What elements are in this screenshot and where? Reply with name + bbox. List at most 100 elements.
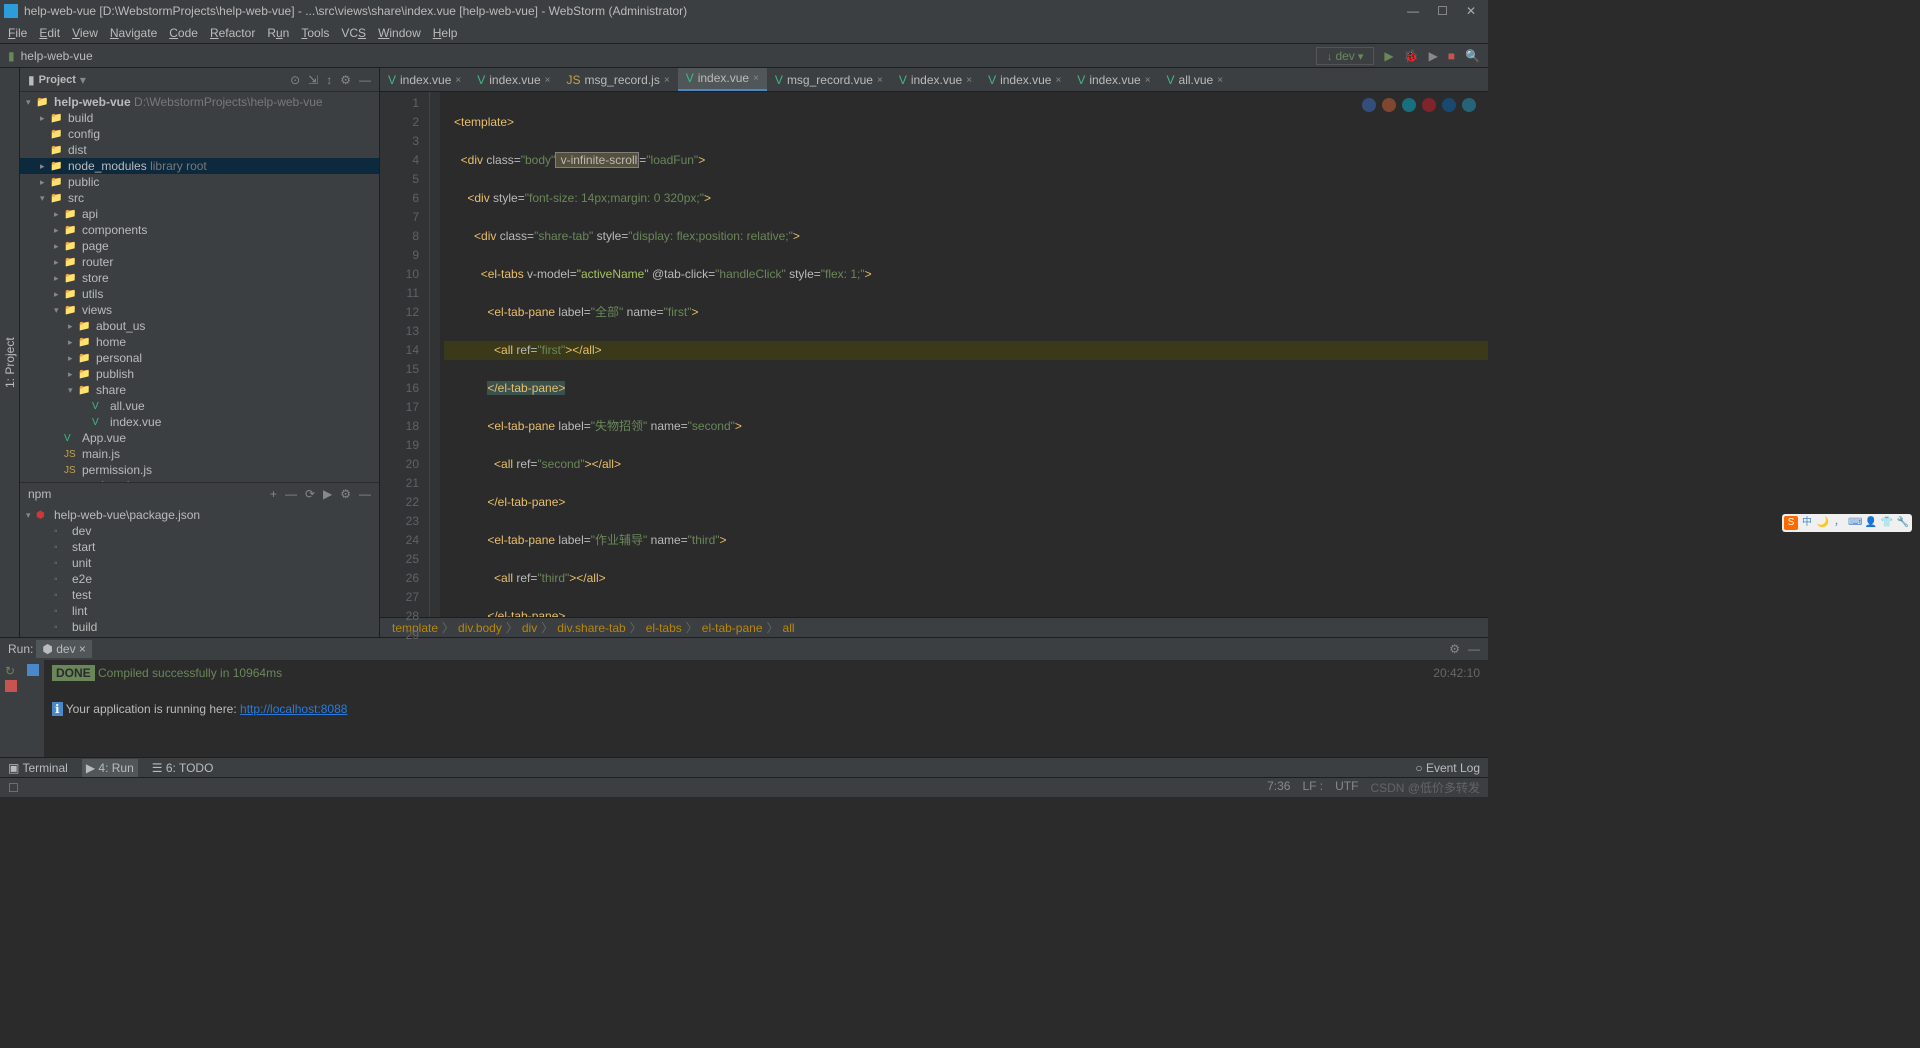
tree-item-index.vue[interactable]: Vindex.vue <box>20 414 379 430</box>
maximize-button[interactable]: ☐ <box>1437 4 1448 18</box>
editor-tab[interactable]: Vindex.vue× <box>678 68 767 91</box>
editor-tab[interactable]: Vmsg_record.vue× <box>767 69 891 91</box>
run-output[interactable]: DONE Compiled successfully in 10964ms20:… <box>44 660 1488 757</box>
minimize-button[interactable]: — <box>1407 4 1419 18</box>
search-everywhere-icon[interactable]: 🔍 <box>1465 49 1480 63</box>
code-area[interactable]: <template> <div class="body" v-infinite-… <box>440 92 1488 617</box>
breadcrumb-item[interactable]: el-tab-pane <box>702 621 763 635</box>
menu-window[interactable]: Window <box>378 26 421 40</box>
edge-icon[interactable] <box>1442 98 1456 112</box>
editor-tab[interactable]: Vindex.vue× <box>980 69 1069 91</box>
tree-item-components[interactable]: ▸📁components <box>20 222 379 238</box>
ime-skin-icon[interactable]: 👕 <box>1880 516 1894 530</box>
tree-item-main.js[interactable]: JSmain.js <box>20 446 379 462</box>
menu-refactor[interactable]: Refactor <box>210 26 255 40</box>
close-tab-icon[interactable]: × <box>664 75 670 86</box>
breadcrumb-item[interactable]: all <box>783 621 795 635</box>
run-coverage-button[interactable]: ▶ <box>1429 49 1438 63</box>
menu-run[interactable]: Run <box>267 26 289 40</box>
firefox-icon[interactable] <box>1382 98 1396 112</box>
menu-help[interactable]: Help <box>433 26 458 40</box>
npm-add-icon[interactable]: + <box>270 487 277 501</box>
status-icon[interactable]: ☐ <box>8 781 19 795</box>
tool-tab-project[interactable]: 1: Project <box>1 88 19 637</box>
tab-run[interactable]: ▶ 4: Run <box>82 759 138 777</box>
collapse-all-icon[interactable]: ↕ <box>326 73 332 87</box>
menu-tools[interactable]: Tools <box>301 26 329 40</box>
close-tab-icon[interactable]: × <box>1145 75 1151 86</box>
editor-tab[interactable]: JSmsg_record.js× <box>558 69 677 91</box>
close-tab-icon[interactable]: × <box>753 73 759 84</box>
editor-tab[interactable]: Vindex.vue× <box>1069 69 1158 91</box>
tree-item-views[interactable]: ▾📁views <box>20 302 379 318</box>
run-hide-icon[interactable]: — <box>1468 642 1480 656</box>
ie-icon[interactable] <box>1462 98 1476 112</box>
npm-settings-icon[interactable]: ⚙ <box>340 487 351 501</box>
npm-script-build[interactable]: ◦build <box>20 619 379 635</box>
ime-user-icon[interactable]: 👤 <box>1864 516 1878 530</box>
select-opened-file-icon[interactable]: ⊙ <box>290 73 300 87</box>
opera-icon[interactable] <box>1422 98 1436 112</box>
tree-item-publish[interactable]: ▸📁publish <box>20 366 379 382</box>
editor[interactable]: 1234567891011121314151617181920212223242… <box>380 92 1488 617</box>
menu-file[interactable]: File <box>8 26 27 40</box>
tree-item-node_modules[interactable]: ▸📁node_modules library root <box>20 158 379 174</box>
line-sep[interactable]: LF : <box>1302 779 1323 796</box>
close-tab-icon[interactable]: × <box>1217 75 1223 86</box>
ime-keyboard-icon[interactable]: ⌨ <box>1848 516 1862 530</box>
tree-item-src[interactable]: ▾📁src <box>20 190 379 206</box>
scroll-icon[interactable] <box>27 664 39 676</box>
npm-refresh-icon[interactable]: ⟳ <box>305 487 315 501</box>
breadcrumb-item[interactable]: el-tabs <box>646 621 682 635</box>
project-tree[interactable]: ▾📁 help-web-vue D:\WebstormProjects\help… <box>20 92 379 482</box>
tree-root[interactable]: ▾📁 help-web-vue D:\WebstormProjects\help… <box>20 94 379 110</box>
ime-tool-icon[interactable]: 🔧 <box>1896 516 1910 530</box>
stop-button[interactable]: ■ <box>1448 49 1455 63</box>
expand-all-icon[interactable]: ⇲ <box>308 73 318 87</box>
close-button[interactable]: ✕ <box>1466 4 1476 18</box>
npm-title[interactable]: npm <box>28 487 51 501</box>
tree-item-utils[interactable]: ▸📁utils <box>20 286 379 302</box>
menu-edit[interactable]: Edit <box>39 26 60 40</box>
tree-item-share[interactable]: ▾📁share <box>20 382 379 398</box>
editor-tab[interactable]: Vindex.vue× <box>469 69 558 91</box>
settings-icon[interactable]: ⚙ <box>340 73 351 87</box>
cursor-position[interactable]: 7:36 <box>1267 779 1290 796</box>
close-tab-icon[interactable]: × <box>966 75 972 86</box>
close-tab-icon[interactable]: × <box>877 75 883 86</box>
hide-icon[interactable]: — <box>359 73 371 87</box>
project-header-title[interactable]: Project <box>39 74 76 86</box>
close-tab-icon[interactable]: × <box>455 75 461 86</box>
sogou-icon[interactable]: S <box>1784 516 1798 530</box>
npm-hide-icon[interactable]: — <box>359 487 371 501</box>
event-log[interactable]: ○ Event Log <box>1415 761 1480 775</box>
tree-item-api[interactable]: ▸📁api <box>20 206 379 222</box>
breadcrumb-item[interactable]: div.body <box>458 621 502 635</box>
rerun-icon[interactable]: ↻ <box>5 664 17 676</box>
tree-item-store[interactable]: ▸📁store <box>20 270 379 286</box>
tab-todo[interactable]: ☰ 6: TODO <box>152 761 214 775</box>
run-config-selector[interactable]: ↓ dev ▾ <box>1316 47 1375 65</box>
menu-view[interactable]: View <box>72 26 98 40</box>
menu-code[interactable]: Code <box>169 26 198 40</box>
tree-item-personal[interactable]: ▸📁personal <box>20 350 379 366</box>
app-url-link[interactable]: http://localhost:8088 <box>240 702 347 716</box>
run-settings-icon[interactable]: ⚙ <box>1449 642 1460 656</box>
breadcrumb-item[interactable]: div.share-tab <box>557 621 625 635</box>
ime-toolbar[interactable]: S 中 🌙 ， ⌨ 👤 👕 🔧 <box>1782 514 1912 532</box>
npm-script-e2e[interactable]: ◦e2e <box>20 571 379 587</box>
wrap-icon[interactable] <box>27 680 39 692</box>
menu-navigate[interactable]: Navigate <box>110 26 157 40</box>
tree-item-build[interactable]: ▸📁build <box>20 110 379 126</box>
encoding[interactable]: UTF <box>1335 779 1358 796</box>
npm-script-unit[interactable]: ◦unit <box>20 555 379 571</box>
close-tab-icon[interactable]: × <box>1055 75 1061 86</box>
tree-item-about_us[interactable]: ▸📁about_us <box>20 318 379 334</box>
npm-script-dev[interactable]: ◦dev <box>20 523 379 539</box>
chrome-icon[interactable] <box>1362 98 1376 112</box>
menu-vcs[interactable]: VCS <box>341 26 366 40</box>
npm-script-lint[interactable]: ◦lint <box>20 603 379 619</box>
tree-item-home[interactable]: ▸📁home <box>20 334 379 350</box>
tab-terminal[interactable]: ▣ Terminal <box>8 761 68 775</box>
tree-item-page[interactable]: ▸📁page <box>20 238 379 254</box>
